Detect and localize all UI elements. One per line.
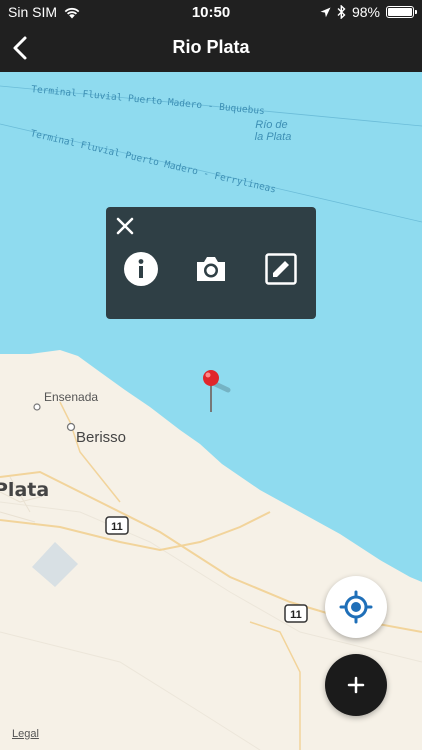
close-button[interactable] xyxy=(114,215,136,237)
status-bar: Sin SIM 10:50 98% xyxy=(0,0,422,24)
pin-action-popup xyxy=(106,207,316,319)
edit-icon xyxy=(265,253,297,285)
map-view[interactable]: Terminal Fluvial Puerto Madero - Buquebu… xyxy=(0,72,422,750)
road-shield: 11 xyxy=(105,516,129,535)
place-label: Ensenada xyxy=(44,390,98,404)
camera-button[interactable] xyxy=(193,251,229,287)
add-button[interactable] xyxy=(325,654,387,716)
info-icon xyxy=(124,252,158,286)
map-canvas: Terminal Fluvial Puerto Madero - Buquebu… xyxy=(0,72,422,750)
battery-icon xyxy=(386,6,417,18)
place-dot xyxy=(33,403,41,411)
locate-me-button[interactable] xyxy=(325,576,387,638)
edit-button[interactable] xyxy=(263,251,299,287)
place-label: Plata xyxy=(0,479,49,501)
svg-text:11: 11 xyxy=(111,521,123,533)
road-shield: 11 xyxy=(284,604,308,623)
place-dot xyxy=(66,422,76,432)
place-label: Berisso xyxy=(76,429,126,446)
plus-icon xyxy=(347,676,365,694)
info-button[interactable] xyxy=(123,251,159,287)
battery-level xyxy=(388,8,412,16)
page-title: Rio Plata xyxy=(172,37,250,57)
battery-percent: 98% xyxy=(351,4,380,20)
nav-bar: Rio Plata xyxy=(0,24,422,72)
water-label: Río de la Plata xyxy=(255,119,292,143)
bluetooth-icon xyxy=(337,5,346,19)
close-icon xyxy=(116,217,134,235)
status-right: 98% xyxy=(320,4,417,20)
crosshair-icon xyxy=(339,590,373,624)
legal-link[interactable]: Legal xyxy=(12,728,39,740)
camera-icon xyxy=(197,257,225,281)
location-arrow-icon xyxy=(320,7,331,17)
svg-text:11: 11 xyxy=(290,609,302,621)
